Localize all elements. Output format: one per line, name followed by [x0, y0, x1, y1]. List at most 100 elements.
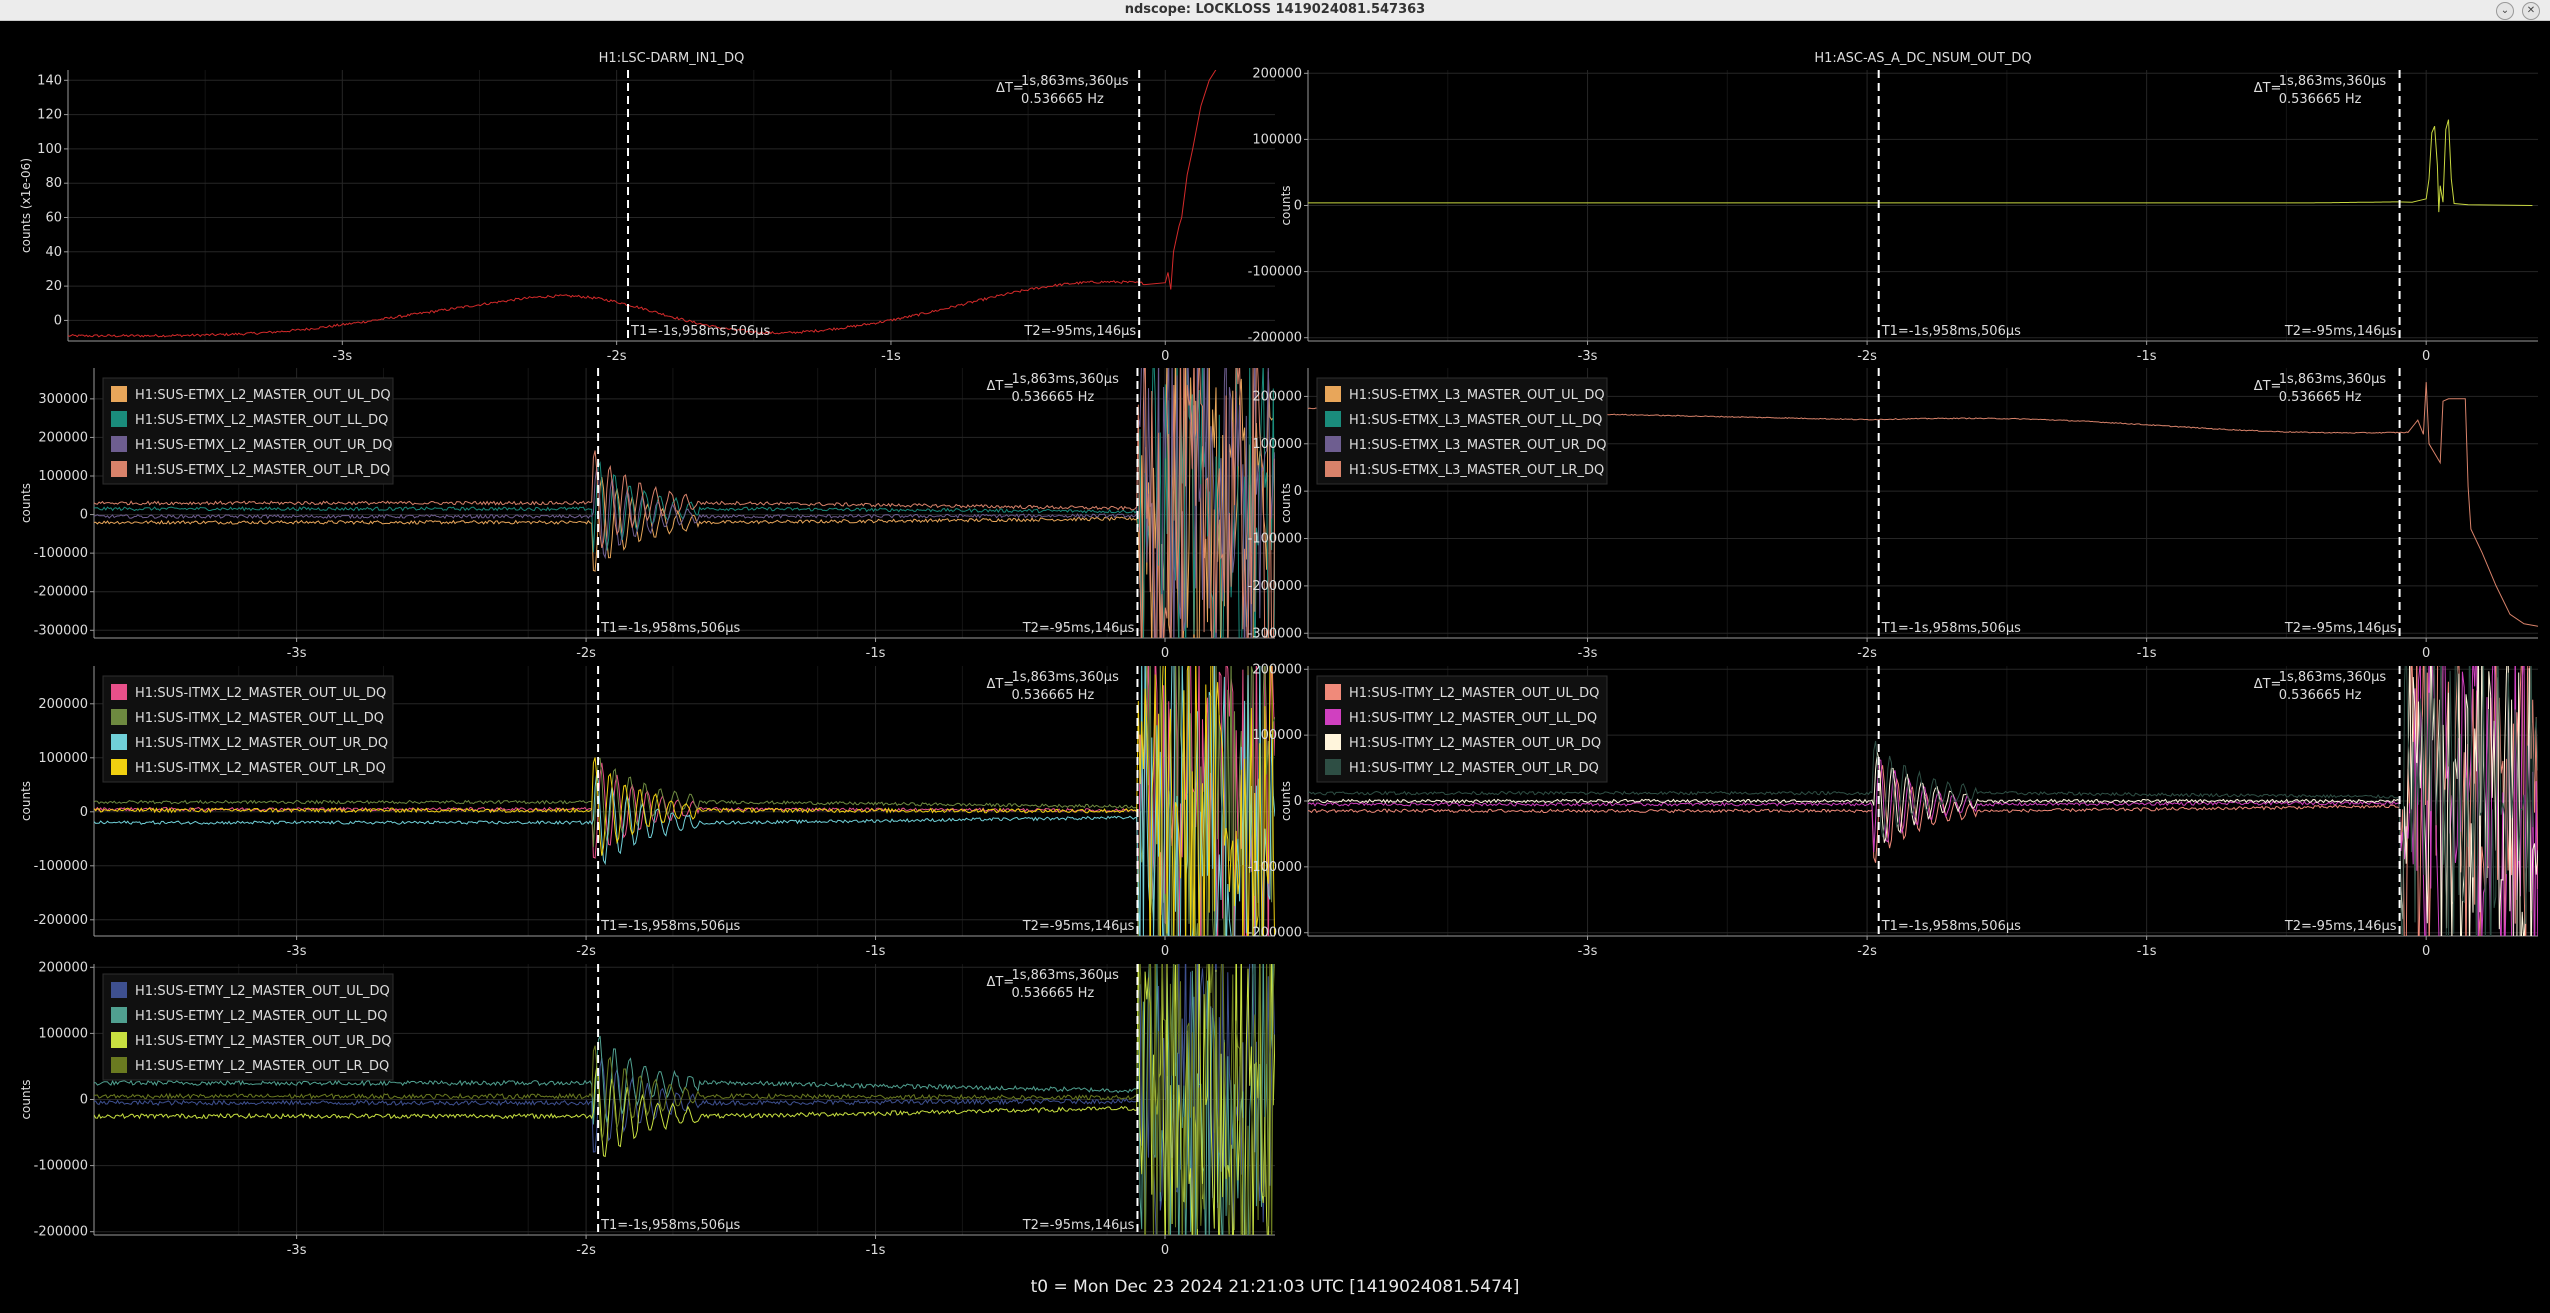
y-tick-label: -100000 [1248, 860, 1302, 875]
legend-label: H1:SUS-ITMY_L2_MASTER_OUT_LR_DQ [1349, 761, 1599, 776]
t2-label: T2=-95ms,146µs [2284, 324, 2397, 339]
x-tick-label: -1s [866, 646, 886, 661]
x-tick-label: -3s [287, 1243, 307, 1258]
minimize-button[interactable]: ⌄ [2496, 2, 2514, 20]
plot-p2[interactable]: H1:ASC-AS_A_DC_NSUM_OUT_DQcounts 200000 10… [1248, 51, 2538, 364]
legend: H1:SUS-ITMX_L2_MASTER_OUT_UL_DQ H1:SUS-IT… [102, 675, 394, 783]
plot-title: H1:ASC-AS_A_DC_NSUM_OUT_DQ [1814, 51, 2031, 66]
x-tick-label: 0 [1161, 1243, 1169, 1258]
x-tick-label: 0 [1161, 944, 1169, 959]
legend-label: H1:SUS-ETMX_L3_MASTER_OUT_LL_DQ [1349, 413, 1602, 428]
plot-title: H1:LSC-DARM_IN1_DQ [599, 51, 745, 66]
y-tick-label: 40 [45, 245, 62, 260]
y-tick-label: 100000 [1252, 132, 1302, 147]
x-tick-label: -1s [2137, 349, 2157, 364]
legend: H1:SUS-ETMY_L2_MASTER_OUT_UL_DQ H1:SUS-ET… [102, 973, 394, 1081]
x-tick-label: 0 [2422, 944, 2430, 959]
y-tick-label: 20 [45, 279, 62, 294]
series-line [1308, 119, 2533, 213]
plot-grid[interactable]: H1:LSC-DARM_IN1_DQcounts (x1e-06) 140 120 1… [0, 21, 2550, 1271]
legend-label: H1:SUS-ETMX_L2_MASTER_OUT_UR_DQ [135, 438, 392, 453]
window-title: ndscope: LOCKLOSS 1419024081.547363 [1124, 2, 1426, 17]
legend-label: H1:SUS-ETMY_L2_MASTER_OUT_LR_DQ [135, 1059, 389, 1074]
y-tick-label: 200000 [38, 960, 88, 975]
legend-swatch [111, 734, 127, 750]
y-tick-label: 140 [37, 73, 62, 88]
delta-t-value: 1s,863ms,360µs [1011, 372, 1119, 387]
y-tick-label: -300000 [34, 623, 88, 638]
legend-label: H1:SUS-ITMX_L2_MASTER_OUT_UL_DQ [135, 686, 386, 701]
x-tick-label: -3s [1578, 349, 1598, 364]
legend-swatch [111, 1057, 127, 1073]
delta-t-value: 1s,863ms,360µs [2279, 74, 2387, 89]
y-tick-label: 100000 [38, 469, 88, 484]
legend-swatch [1325, 709, 1341, 725]
y-tick-label: 0 [80, 805, 88, 820]
y-tick-label: 0 [1294, 794, 1302, 809]
legend: H1:SUS-ITMY_L2_MASTER_OUT_UL_DQ H1:SUS-IT… [1316, 675, 1608, 783]
y-axis-label: counts [1279, 483, 1293, 523]
legend-swatch [1325, 386, 1341, 402]
delta-t-frequency: 0.536665 Hz [1021, 92, 1104, 107]
y-tick-label: 100000 [1252, 437, 1302, 452]
y-tick-label: 0 [80, 1093, 88, 1108]
plot-p5[interactable]: counts 200000 100000 0 -100000 -200000 -3s -2s -… [19, 637, 1275, 987]
x-tick-label: -1s [2137, 646, 2157, 661]
y-tick-label: 200000 [1252, 662, 1302, 677]
legend-label: H1:SUS-ETMX_L3_MASTER_OUT_LR_DQ [1349, 463, 1604, 478]
x-tick-label: 0 [2422, 349, 2430, 364]
y-tick-label: 100000 [38, 1026, 88, 1041]
x-tick-label: -2s [1857, 646, 1877, 661]
close-button[interactable]: ✕ [2522, 2, 2540, 20]
delta-t-frequency: 0.536665 Hz [2279, 92, 2362, 107]
t1-label: T1=-1s,958ms,506µs [600, 919, 740, 934]
plot-p7[interactable]: counts 200000 100000 0 -100000 -200000 -3s -2s -… [19, 924, 1275, 1271]
y-tick-label: -200000 [34, 585, 88, 600]
delta-t-prefix: ΔT= [986, 677, 1014, 692]
x-tick-label: 0 [2422, 646, 2430, 661]
y-tick-label: -200000 [1248, 579, 1302, 594]
legend-swatch [111, 411, 127, 427]
legend-label: H1:SUS-ITMY_L2_MASTER_OUT_UL_DQ [1349, 686, 1599, 701]
delta-t-frequency: 0.536665 Hz [2279, 390, 2362, 405]
close-icon: ✕ [2526, 5, 2536, 16]
legend-label: H1:SUS-ITMX_L2_MASTER_OUT_UR_DQ [135, 736, 388, 751]
x-tick-label: -3s [1578, 944, 1598, 959]
y-tick-label: -200000 [1248, 926, 1302, 941]
delta-t-prefix: ΔT= [2254, 81, 2282, 96]
legend: H1:SUS-ETMX_L2_MASTER_OUT_UL_DQ H1:SUS-ET… [102, 377, 394, 485]
plot-p6[interactable]: counts 200000 100000 0 -100000 -200000 -3s -2s -… [1248, 628, 2538, 976]
x-tick-label: -2s [1857, 944, 1877, 959]
legend-label: H1:SUS-ITMX_L2_MASTER_OUT_LR_DQ [135, 761, 386, 776]
legend-swatch [1325, 684, 1341, 700]
y-axis-label: counts (x1e-06) [19, 158, 33, 253]
delta-t-value: 1s,863ms,360µs [1011, 670, 1119, 685]
y-tick-label: -200000 [34, 1225, 88, 1240]
x-tick-label: -2s [576, 944, 596, 959]
delta-t-prefix: ΔT= [986, 379, 1014, 394]
legend-label: H1:SUS-ETMX_L2_MASTER_OUT_LL_DQ [135, 413, 388, 428]
y-tick-label: 200000 [1252, 389, 1302, 404]
chevron-down-icon: ⌄ [2500, 5, 2510, 16]
plot-p1[interactable]: H1:LSC-DARM_IN1_DQcounts (x1e-06) 140 120 1… [19, 51, 1275, 364]
y-tick-label: -100000 [1248, 532, 1302, 547]
delta-t-frequency: 0.536665 Hz [1011, 986, 1094, 1001]
x-tick-label: -3s [332, 349, 352, 364]
t2-label: T2=-95ms,146µs [1023, 324, 1136, 339]
delta-t-prefix: ΔT= [996, 81, 1024, 96]
legend-label: H1:SUS-ETMX_L3_MASTER_OUT_UR_DQ [1349, 438, 1606, 453]
y-axis-label: counts [19, 781, 33, 821]
legend-swatch [111, 982, 127, 998]
legend-swatch [111, 436, 127, 452]
y-axis-label: counts [1279, 185, 1293, 225]
x-tick-label: -1s [2137, 944, 2157, 959]
plot-p3[interactable]: counts 300000 200000 100000 0 -100000 -200000 -… [19, 339, 1275, 690]
y-tick-label: 100000 [38, 751, 88, 766]
plot-p4[interactable]: counts 200000 100000 0 -100000 -200000 -300000… [1248, 368, 2538, 661]
t1-label: T1=-1s,958ms,506µs [630, 324, 770, 339]
y-tick-label: 200000 [1252, 66, 1302, 81]
y-tick-label: 120 [37, 108, 62, 123]
delta-t-frequency: 0.536665 Hz [1011, 390, 1094, 405]
y-tick-label: -200000 [34, 913, 88, 928]
t2-label: T2=-95ms,146µs [1022, 919, 1135, 934]
